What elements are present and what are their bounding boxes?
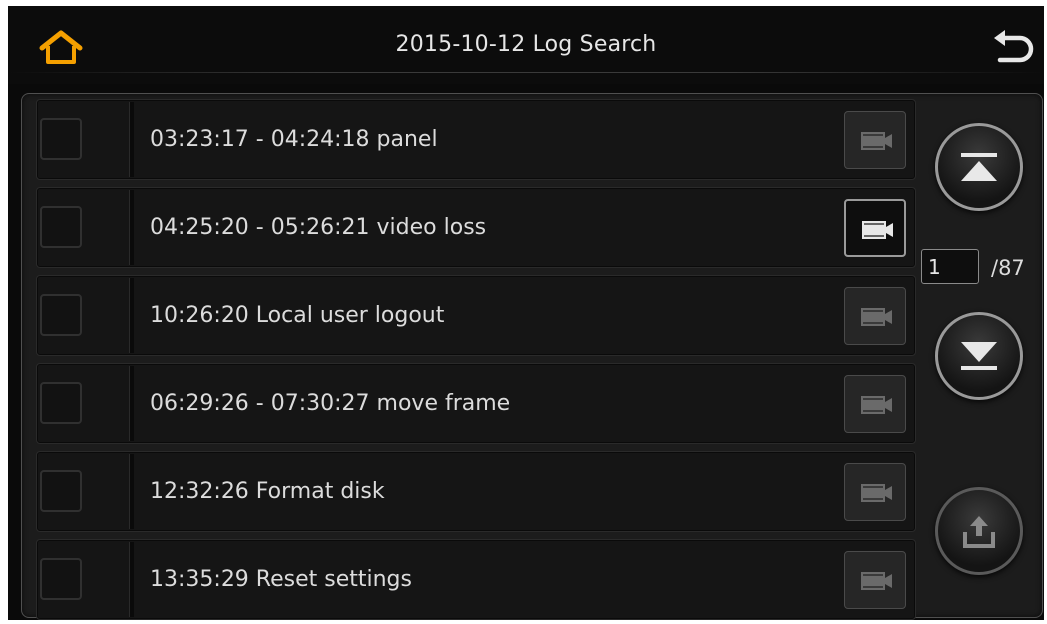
log-entry-text: 13:35:29 Reset settings (150, 567, 412, 592)
export-button[interactable] (935, 487, 1023, 575)
row-separator (129, 542, 134, 617)
film-icon (861, 396, 892, 414)
log-row: 04:25:20 - 05:26:21 video loss (36, 187, 916, 268)
log-entry-text: 10:26:20 Local user logout (150, 303, 445, 328)
page-up-button[interactable] (935, 123, 1023, 211)
film-icon (861, 572, 892, 590)
film-icon (861, 132, 892, 150)
row-checkbox[interactable] (40, 118, 82, 160)
log-entry-text: 06:29:26 - 07:30:27 move frame (150, 391, 511, 416)
row-separator (129, 190, 134, 265)
page-down-button[interactable] (935, 312, 1023, 400)
log-row: 06:29:26 - 07:30:27 move frame (36, 363, 916, 444)
log-entry-text: 12:32:26 Format disk (150, 479, 385, 504)
row-checkbox[interactable] (40, 382, 82, 424)
page-up-icon (961, 153, 997, 181)
back-button[interactable] (990, 28, 1036, 68)
play-video-button[interactable] (844, 287, 906, 345)
log-row: 12:32:26 Format disk (36, 451, 916, 532)
log-row: 10:26:20 Local user logout (36, 275, 916, 356)
row-separator (129, 102, 134, 177)
row-separator (129, 278, 134, 353)
play-video-button[interactable] (844, 111, 906, 169)
log-list: 03:23:17 - 04:24:18 panel 04:25:20 - 05:… (36, 99, 916, 620)
log-entry-text: 03:23:17 - 04:24:18 panel (150, 127, 438, 152)
play-video-button[interactable] (844, 463, 906, 521)
log-panel: 03:23:17 - 04:24:18 panel 04:25:20 - 05:… (21, 93, 1043, 620)
log-row: 13:35:29 Reset settings (36, 539, 916, 620)
log-entry-text: 04:25:20 - 05:26:21 video loss (150, 215, 487, 240)
play-video-button[interactable] (844, 375, 906, 433)
row-separator (129, 366, 134, 441)
film-icon (862, 221, 893, 239)
play-video-button[interactable] (844, 199, 906, 257)
page-title: 2015-10-12 Log Search (395, 32, 657, 57)
film-icon (861, 308, 892, 326)
row-checkbox[interactable] (40, 558, 82, 600)
export-icon (963, 516, 995, 548)
row-separator (129, 454, 134, 529)
row-checkbox[interactable] (40, 294, 82, 336)
page-down-icon (961, 342, 997, 370)
row-checkbox[interactable] (40, 470, 82, 512)
film-icon (861, 484, 892, 502)
page-number-input[interactable] (921, 249, 979, 284)
header-divider (8, 72, 1044, 73)
header: 2015-10-12 Log Search (8, 6, 1044, 84)
log-row: 03:23:17 - 04:24:18 panel (36, 99, 916, 180)
screen: 2015-10-12 Log Search 03:23:17 - 04:24:1… (8, 6, 1044, 620)
play-video-button[interactable] (844, 551, 906, 609)
page-total: /87 (991, 256, 1025, 280)
row-checkbox[interactable] (40, 206, 82, 248)
back-arrow-icon (994, 30, 1034, 63)
